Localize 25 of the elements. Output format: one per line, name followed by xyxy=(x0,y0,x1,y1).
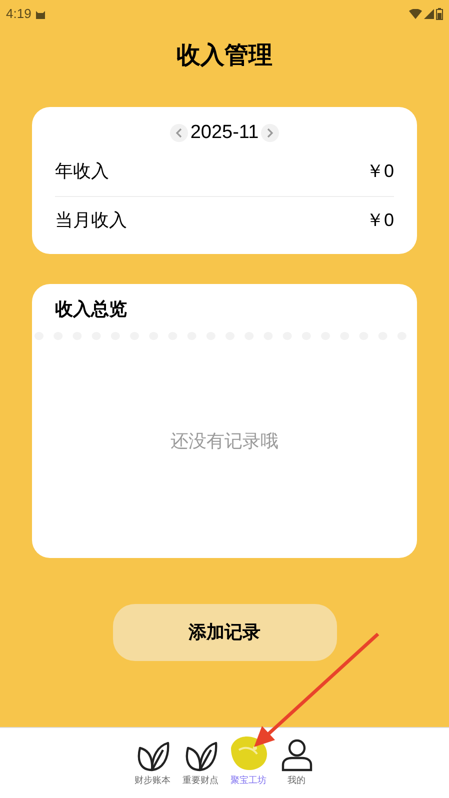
nav-tab[interactable]: 我的 xyxy=(278,736,316,788)
nav-tab[interactable]: 重要财点 xyxy=(182,736,220,788)
add-record-button[interactable]: 添加记录 xyxy=(112,604,336,660)
leaves-icon xyxy=(136,740,170,772)
nav-tab[interactable]: 聚宝工坊 xyxy=(230,736,268,788)
cat-icon xyxy=(35,9,46,19)
battery-icon xyxy=(436,8,443,20)
leaves-icon xyxy=(184,740,218,772)
income-value: ￥0 xyxy=(366,208,394,232)
page-title: 收入管理 xyxy=(176,41,272,71)
empty-message: 还没有记录哦 xyxy=(170,430,278,452)
next-month-button[interactable] xyxy=(260,124,279,142)
wifi-icon xyxy=(409,9,422,19)
nav-tab[interactable]: 财步账本 xyxy=(134,736,172,788)
status-time: 4:19 xyxy=(6,5,32,24)
income-value: ￥0 xyxy=(366,160,394,183)
overview-title: 收入总览 xyxy=(55,298,127,318)
chevron-left-icon xyxy=(175,128,184,138)
chevron-right-icon xyxy=(266,128,274,138)
person-icon xyxy=(280,738,314,772)
income-label: 年收入 xyxy=(55,160,109,183)
income-label: 当月收入 xyxy=(55,208,127,232)
signal-icon xyxy=(424,9,434,19)
previous-month-button[interactable] xyxy=(170,124,188,142)
month-label: 2025-11 xyxy=(190,121,259,145)
